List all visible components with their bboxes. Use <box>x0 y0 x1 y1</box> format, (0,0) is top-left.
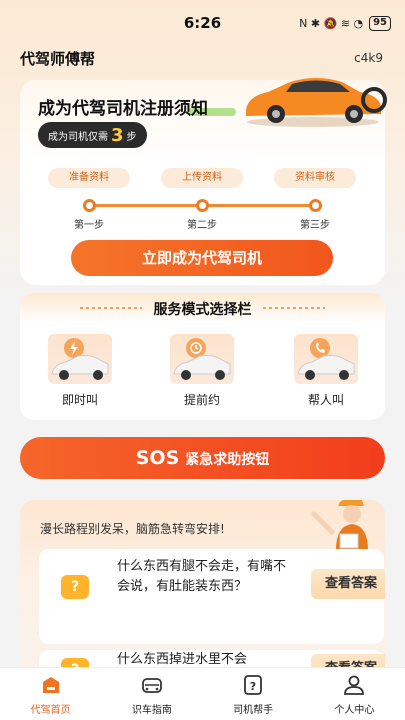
become-driver-button[interactable]: 立即成为代驾司机 <box>71 240 333 276</box>
presenter-illustration <box>311 500 368 550</box>
step-label: 第一步 <box>74 220 104 231</box>
sos-label: SOS <box>135 447 180 469</box>
user-icon <box>344 675 365 695</box>
tab-label: 识车指南 <box>131 705 172 716</box>
service-label: 帮人叫 <box>307 393 344 407</box>
steps-count: 3 <box>111 124 124 146</box>
steps-pill: 成为司机仅需 3 步 <box>38 122 147 148</box>
battery-icon: 95 <box>369 16 391 31</box>
sos-sub-label: 紧急求助按钮 <box>185 452 270 468</box>
service-item-call-for-others[interactable]: 帮人叫 <box>294 334 358 408</box>
service-item-reserve[interactable]: 提前约 <box>170 334 234 408</box>
tab-home[interactable]: 代驾首页 <box>0 668 101 720</box>
tab-label: 司机帮手 <box>233 705 274 716</box>
tab-driver-helper[interactable]: ? 司机帮手 <box>203 668 304 720</box>
car-icon <box>294 334 358 384</box>
step-tag: 准备资料 <box>48 168 130 188</box>
riddle-question: 什么东西有腿不会走，有嘴不会说，有肚能装东西？ <box>117 559 287 594</box>
tab-label: 个人中心 <box>334 705 375 716</box>
riddle-heading: 漫长路程别发呆，脑筋急转弯安排! <box>40 522 225 536</box>
car-front-icon <box>141 678 162 693</box>
steps-prefix: 成为司机仅需 <box>48 131 108 143</box>
app-title: 代驾师傅帮 <box>20 50 96 68</box>
home-icon <box>42 677 59 693</box>
view-answer-button[interactable]: 查看答案 <box>311 569 385 599</box>
step-tag: 上传资料 <box>161 168 243 188</box>
header-code: c4k9 <box>354 51 383 65</box>
step-dot <box>196 199 209 212</box>
step-label: 第二步 <box>187 220 217 231</box>
steps-suffix: 步 <box>126 131 137 143</box>
step-dot <box>309 199 322 212</box>
help-icon: ? <box>244 675 263 695</box>
car-icon <box>170 334 234 384</box>
svg-text:?: ? <box>250 680 256 693</box>
service-item-instant[interactable]: 即时叫 <box>48 334 112 408</box>
car-icon <box>48 334 112 384</box>
service-label: 提前约 <box>183 393 220 407</box>
sos-button[interactable]: SOS 紧急求助按钮 <box>20 437 385 479</box>
step-tag: 资料审核 <box>274 168 356 188</box>
step-dot <box>83 199 96 212</box>
register-title: 成为代驾司机注册须知 <box>38 99 208 119</box>
question-icon: ? <box>61 575 89 599</box>
status-icons: N ✱ 🔕 ≋ ◔ 95 <box>299 16 391 31</box>
status-icon-group: N ✱ 🔕 ≋ ◔ <box>299 17 364 30</box>
service-label: 即时叫 <box>61 393 98 407</box>
bottom-tab-bar: 代驾首页 识车指南 ? 司机帮手 个人中心 <box>0 667 405 720</box>
tab-label: 代驾首页 <box>30 705 71 716</box>
status-bar: 6:26 N ✱ 🔕 ≋ ◔ 95 <box>0 0 405 44</box>
service-card: 服务模式选择栏 即时叫 提前约 帮人叫 <box>20 293 385 420</box>
orange-car-illustration <box>246 78 387 127</box>
service-title: 服务模式选择栏 <box>153 302 252 318</box>
tab-car-guide[interactable]: 识车指南 <box>101 668 202 720</box>
riddle-card: ? 什么东西有腿不会走，有嘴不会说，有肚能装东西？ 查看答案 <box>39 549 385 644</box>
tab-profile[interactable]: 个人中心 <box>304 668 405 720</box>
step-label: 第三步 <box>300 220 330 231</box>
